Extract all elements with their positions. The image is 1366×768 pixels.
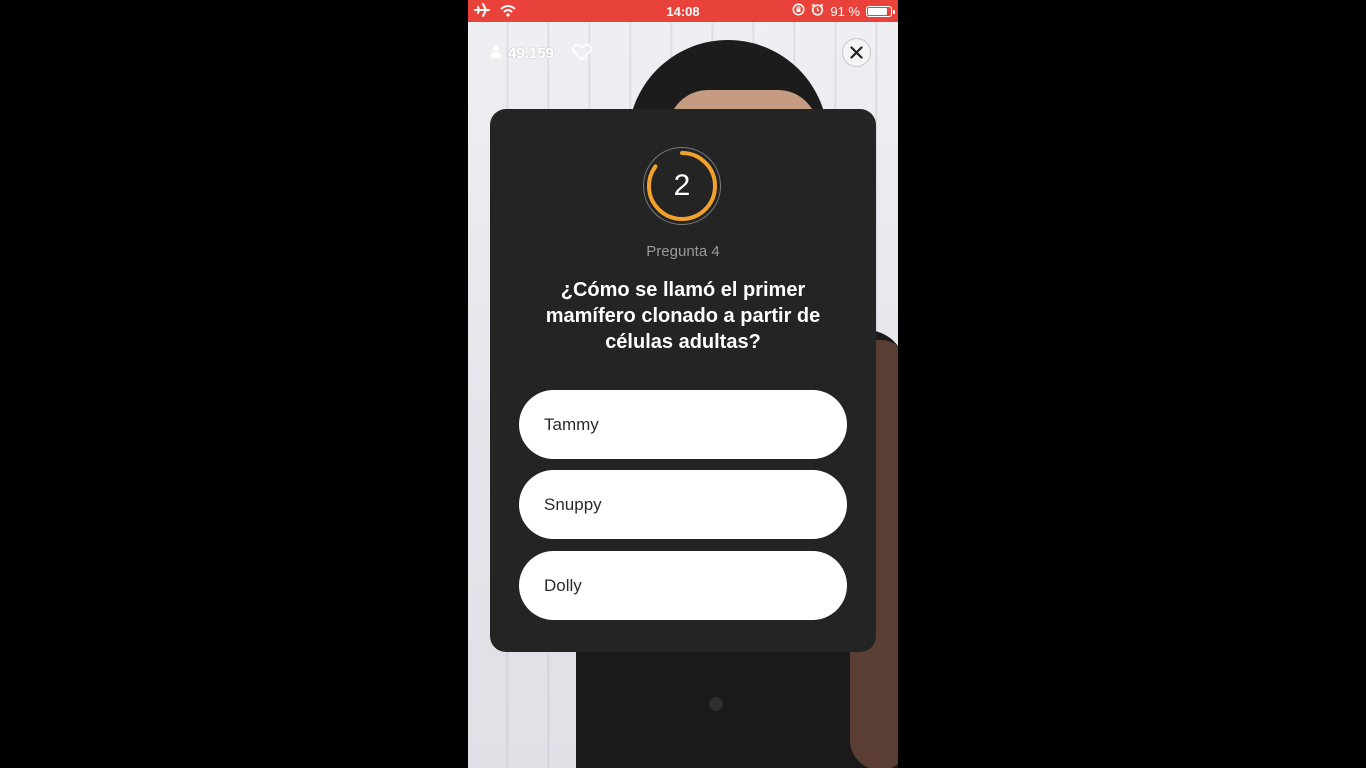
question-text: ¿Cómo se llamó el primer mamífero clonad… — [545, 279, 821, 353]
viewer-count: 49.159 — [490, 44, 554, 62]
phone-screen: 14:08 91 % 49.159 2 Pregunta 4 ¿Cómo se … — [468, 0, 898, 768]
question-card: 2 Pregunta 4 ¿Cómo se llamó el primer ma… — [490, 109, 876, 652]
battery-percent: 91 % — [830, 3, 860, 19]
close-button[interactable] — [842, 38, 871, 67]
viewer-count-value: 49.159 — [508, 44, 554, 62]
status-bar: 14:08 91 % — [468, 0, 898, 22]
question-number: Pregunta 4 — [646, 243, 720, 260]
answer-option-3[interactable]: Dolly — [519, 551, 847, 620]
alarm-icon — [811, 3, 824, 19]
presenter-shirt-button — [709, 697, 723, 711]
answer-option-1[interactable]: Tammy — [519, 390, 847, 459]
countdown-timer: 2 — [642, 146, 722, 226]
rotation-lock-icon — [792, 3, 805, 19]
close-icon — [850, 46, 863, 59]
person-icon — [490, 44, 502, 62]
answer-option-2[interactable]: Snuppy — [519, 470, 847, 539]
heart-icon[interactable] — [572, 43, 592, 66]
battery-icon — [866, 5, 895, 17]
timer-value: 2 — [673, 169, 691, 202]
